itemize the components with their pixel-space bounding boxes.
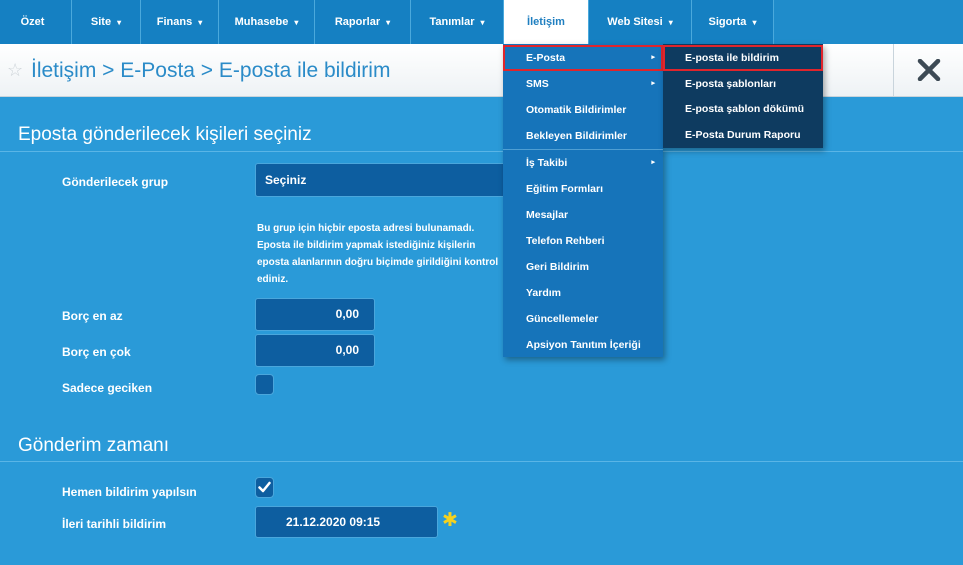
divider — [0, 151, 963, 152]
chevron-down-icon: ▾ — [480, 18, 485, 27]
submenu-item-label: E-posta şablon dökümü — [685, 103, 805, 115]
nav-item-tanimlar[interactable]: Tanımlar ▾ — [411, 0, 504, 44]
nav-label: Tanımlar — [429, 16, 475, 28]
debt-min-label: Borç en az — [62, 309, 123, 323]
chevron-down-icon: ▾ — [294, 18, 299, 27]
menu-item-label: Apsiyon Tanıtım İçeriği — [526, 339, 641, 351]
divider — [0, 461, 963, 462]
debt-min-input[interactable]: 0,00 — [255, 298, 375, 331]
menu-item-yardim[interactable]: Yardım — [503, 280, 663, 306]
checkmark-icon — [258, 481, 271, 493]
notice-line: Eposta ile bildirim yapmak istediğiniz k… — [257, 240, 476, 251]
only-late-checkbox[interactable] — [255, 374, 274, 395]
chevron-down-icon: ▾ — [386, 18, 391, 27]
submenu-item-label: E-Posta Durum Raporu — [685, 129, 801, 141]
chevron-down-icon: ▾ — [668, 18, 673, 27]
nav-label: Özet — [20, 16, 45, 28]
chevron-right-icon: ▸ — [651, 159, 655, 166]
chevron-down-icon: ▾ — [198, 18, 203, 27]
nav-item-muhasebe[interactable]: Muhasebe ▾ — [219, 0, 315, 44]
menu-item-is-takibi[interactable]: İş Takibi ▸ — [503, 150, 663, 176]
menu-item-label: Güncellemeler — [526, 313, 599, 325]
menu-item-geri-bildirim[interactable]: Geri Bildirim — [503, 254, 663, 280]
nav-label: Raporlar — [334, 16, 381, 28]
menu-item-mesajlar[interactable]: Mesajlar — [503, 202, 663, 228]
menu-item-label: Geri Bildirim — [526, 261, 590, 273]
menu-item-label: Bekleyen Bildirimler — [526, 130, 627, 142]
nav-label: Sigorta — [708, 16, 747, 28]
immediate-checkbox[interactable] — [255, 477, 274, 498]
close-icon — [917, 59, 941, 81]
nav-label: Muhasebe — [234, 16, 289, 28]
group-label: Gönderilecek grup — [62, 175, 169, 189]
notice-line: Bu grup için hiçbir eposta adresi buluna… — [257, 223, 475, 234]
section-title-recipients: Eposta gönderilecek kişileri seçiniz — [18, 124, 312, 145]
notice-line: ediniz. — [257, 274, 289, 285]
immediate-label: Hemen bildirim yapılsın — [62, 485, 197, 499]
nav-item-iletisim[interactable]: İletişim — [504, 0, 589, 44]
menu-item-otomatik-bildirimler[interactable]: Otomatik Bildirimler — [503, 97, 663, 123]
debt-min-value: 0,00 — [335, 307, 359, 321]
no-email-notice: Bu grup için hiçbir eposta adresi buluna… — [257, 220, 507, 288]
submenu-item-e-posta-sablon-dokumu[interactable]: E-posta şablon dökümü — [663, 96, 823, 122]
top-navigation: Özet Site ▾ Finans ▾ Muhasebe ▾ Raporlar ▾ T… — [0, 0, 963, 44]
submenu-item-e-posta-ile-bildirim[interactable]: E-posta ile bildirim — [663, 45, 823, 71]
menu-item-e-posta[interactable]: E-Posta ▸ — [503, 45, 663, 71]
nav-label: Site — [90, 16, 112, 28]
menu-item-label: Otomatik Bildirimler — [526, 104, 627, 116]
submenu-item-e-posta-sablonlari[interactable]: E-posta şablonları — [663, 71, 823, 97]
chevron-right-icon: ▸ — [651, 80, 655, 87]
iletisim-dropdown-menu: E-Posta ▸ SMS ▸ Otomatik Bildirimler Bekle… — [503, 44, 663, 357]
menu-item-bekleyen-bildirimler[interactable]: Bekleyen Bildirimler — [503, 123, 663, 149]
group-select[interactable]: Seçiniz — [255, 163, 515, 197]
notice-line: eposta alanlarının doğru biçimde girildi… — [257, 257, 499, 268]
menu-item-label: Mesajlar — [526, 209, 569, 221]
scheduled-datetime-input[interactable]: 21.12.2020 09:15 — [255, 506, 438, 538]
submenu-item-label: E-posta ile bildirim — [685, 52, 779, 64]
required-asterisk-icon: ✱ — [442, 510, 458, 531]
nav-item-finans[interactable]: Finans ▾ — [141, 0, 219, 44]
submenu-item-e-posta-durum-raporu[interactable]: E-Posta Durum Raporu — [663, 122, 823, 148]
close-button[interactable] — [893, 44, 963, 96]
breadcrumb: İletişim > E-Posta > E-posta ile bildiri… — [31, 59, 391, 82]
debt-max-input[interactable]: 0,00 — [255, 334, 375, 367]
favorite-star-icon[interactable]: ☆ — [7, 60, 23, 80]
menu-item-egitim-formlari[interactable]: Eğitim Formları — [503, 176, 663, 202]
menu-item-label: Yardım — [526, 287, 562, 299]
chevron-down-icon: ▾ — [117, 18, 122, 27]
nav-label: Web Sitesi — [607, 16, 663, 28]
menu-item-label: E-Posta — [526, 52, 566, 64]
debt-max-value: 0,00 — [335, 343, 359, 357]
menu-item-sms[interactable]: SMS ▸ — [503, 71, 663, 97]
nav-item-ozet[interactable]: Özet — [0, 0, 72, 44]
chevron-right-icon: ▸ — [651, 54, 655, 61]
e-posta-submenu: E-posta ile bildirim E-posta şablonları … — [663, 44, 823, 148]
menu-item-label: SMS — [526, 78, 549, 90]
section-title-send-time: Gönderim zamanı — [18, 435, 170, 456]
nav-label: Finans — [156, 16, 193, 28]
nav-item-site[interactable]: Site ▾ — [72, 0, 141, 44]
menu-item-apsiyon-tanitim-icerigi[interactable]: Apsiyon Tanıtım İçeriği — [503, 332, 663, 358]
submenu-item-label: E-posta şablonları — [685, 78, 777, 90]
nav-item-sigorta[interactable]: Sigorta ▾ — [692, 0, 774, 44]
nav-item-raporlar[interactable]: Raporlar ▾ — [315, 0, 411, 44]
menu-item-label: Telefon Rehberi — [526, 235, 605, 247]
scheduled-label: İleri tarihli bildirim — [62, 517, 167, 531]
only-late-label: Sadece geciken — [62, 381, 153, 395]
nav-item-web-sitesi[interactable]: Web Sitesi ▾ — [589, 0, 692, 44]
debt-max-label: Borç en çok — [62, 345, 131, 359]
group-select-value: Seçiniz — [265, 173, 307, 187]
menu-item-telefon-rehberi[interactable]: Telefon Rehberi — [503, 228, 663, 254]
scheduled-datetime-value: 21.12.2020 09:15 — [286, 515, 381, 529]
nav-label: İletişim — [527, 16, 565, 28]
menu-item-label: Eğitim Formları — [526, 183, 604, 195]
menu-item-label: İş Takibi — [526, 157, 568, 169]
chevron-down-icon: ▾ — [752, 18, 757, 27]
menu-item-guncellemeler[interactable]: Güncellemeler — [503, 306, 663, 332]
